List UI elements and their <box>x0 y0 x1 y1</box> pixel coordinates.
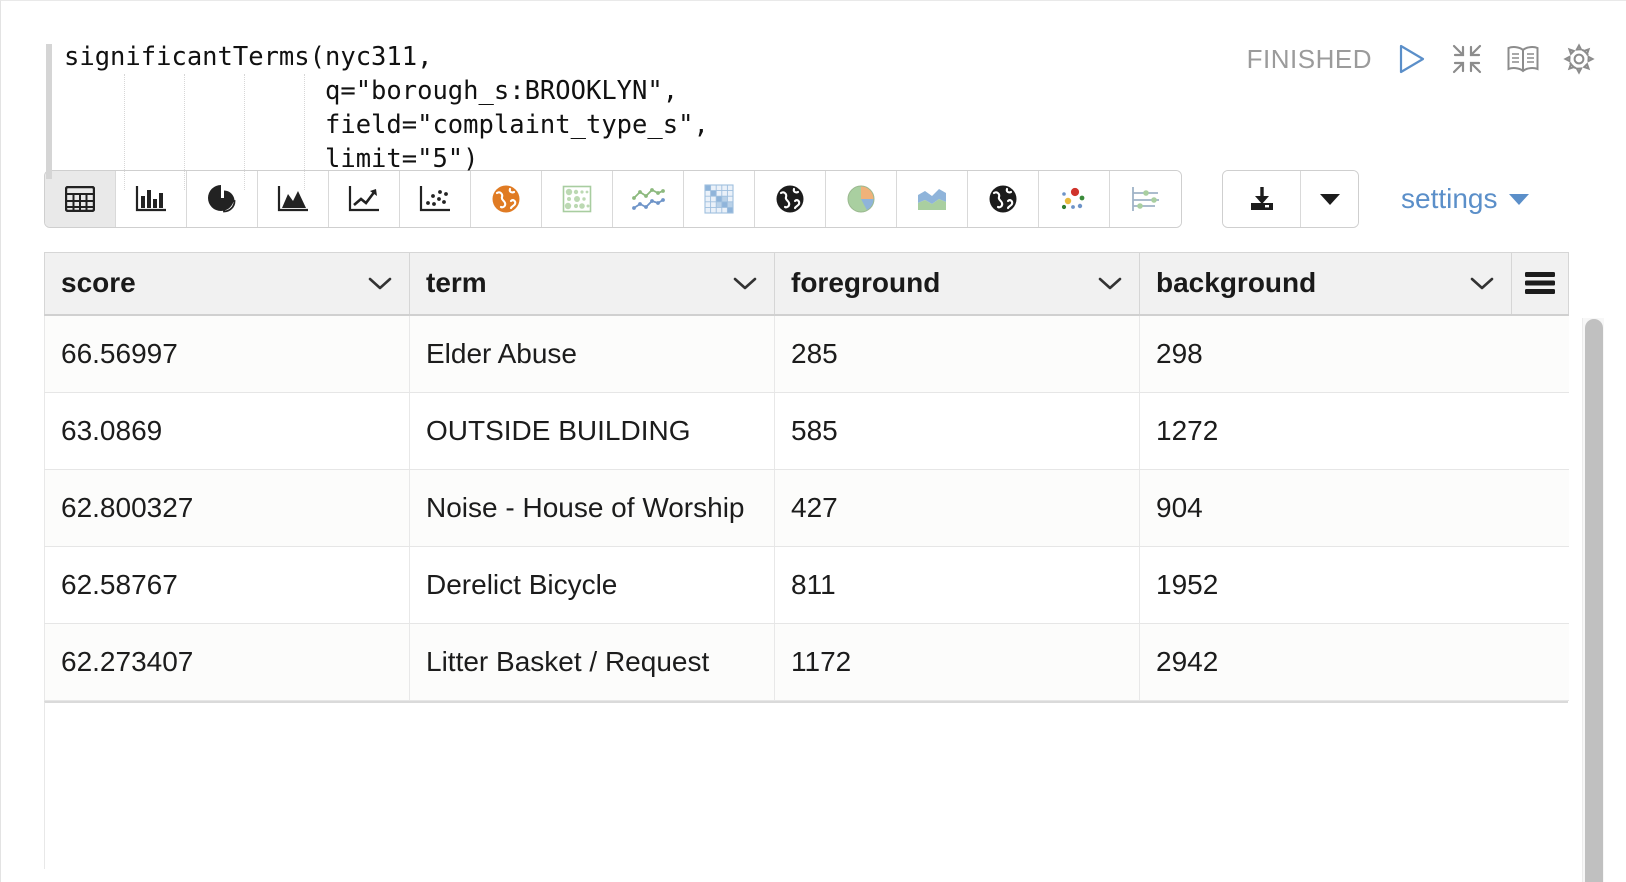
cell-foreground: 811 <box>775 546 1140 623</box>
bubble-grid-icon[interactable] <box>542 171 613 227</box>
notebook-page: significantTerms(nyc311, q="borough_s:BR… <box>0 0 1626 882</box>
cell-score: 66.56997 <box>45 315 410 393</box>
cell-score: 62.273407 <box>45 623 410 700</box>
stacked-area-icon[interactable] <box>897 171 968 227</box>
table-menu-button[interactable] <box>1512 253 1569 315</box>
run-icon[interactable] <box>1394 42 1428 76</box>
table-header: score term <box>45 253 1569 315</box>
scatter-plot-icon[interactable] <box>400 171 471 227</box>
cell-term: Noise - House of Worship <box>410 469 775 546</box>
column-header-background[interactable]: background <box>1140 253 1512 315</box>
cell-term: Litter Basket / Request <box>410 623 775 700</box>
table-header-row: score term <box>45 253 1569 315</box>
cell-background: 1952 <box>1140 546 1569 623</box>
table-row[interactable]: 62.800327 Noise - House of Worship 427 9… <box>45 469 1569 546</box>
result-table: score term <box>44 252 1568 869</box>
gear-icon[interactable] <box>1562 42 1596 76</box>
cell-score: 62.800327 <box>45 469 410 546</box>
download-icon[interactable] <box>1223 171 1301 227</box>
bar-chart-icon[interactable] <box>116 171 187 227</box>
scrollbar-thumb[interactable] <box>1585 319 1603 882</box>
settings-label: settings <box>1401 183 1498 215</box>
table-icon[interactable] <box>45 171 116 227</box>
line-chart-icon[interactable] <box>329 171 400 227</box>
cell-background: 298 <box>1140 315 1569 393</box>
matrix-icon[interactable] <box>684 171 755 227</box>
dot-cluster-icon[interactable] <box>1039 171 1110 227</box>
cell-score: 63.0869 <box>45 392 410 469</box>
chevron-down-icon[interactable] <box>732 275 758 291</box>
cell-term: Elder Abuse <box>410 315 775 393</box>
hamburger-icon[interactable] <box>1512 270 1568 296</box>
cell-background: 1272 <box>1140 392 1569 469</box>
status-badge: FINISHED <box>1247 44 1372 75</box>
table-body: 66.56997 Elder Abuse 285 298 63.0869 OUT… <box>45 315 1569 701</box>
pie-chart-icon[interactable] <box>187 171 258 227</box>
table-empty-area <box>44 701 1568 869</box>
table-row[interactable]: 66.56997 Elder Abuse 285 298 <box>45 315 1569 393</box>
cell-background: 2942 <box>1140 623 1569 700</box>
table-row[interactable]: 62.273407 Litter Basket / Request 1172 2… <box>45 623 1569 700</box>
code-text[interactable]: significantTerms(nyc311, q="borough_s:BR… <box>46 28 1247 176</box>
cell-background: 904 <box>1140 469 1569 546</box>
chevron-down-icon <box>1508 192 1530 206</box>
column-label: term <box>426 267 487 299</box>
column-header-foreground[interactable]: foreground <box>775 253 1140 315</box>
multi-line-icon[interactable] <box>613 171 684 227</box>
column-header-score[interactable]: score <box>45 253 410 315</box>
cell-foreground: 585 <box>775 392 1140 469</box>
viz-button-group <box>44 170 1182 228</box>
chevron-down-icon[interactable] <box>1469 275 1495 291</box>
cell-term: Derelict Bicycle <box>410 546 775 623</box>
code-editor[interactable]: significantTerms(nyc311, q="borough_s:BR… <box>2 28 1247 176</box>
editor-row: significantTerms(nyc311, q="borough_s:BR… <box>2 2 1626 162</box>
column-label: background <box>1156 267 1316 299</box>
cell-foreground: 427 <box>775 469 1140 546</box>
collapse-icon[interactable] <box>1450 42 1484 76</box>
pie-color-icon[interactable] <box>826 171 897 227</box>
data-table: score term <box>44 252 1569 701</box>
cell-score: 62.58767 <box>45 546 410 623</box>
globe-dark-icon[interactable] <box>755 171 826 227</box>
book-icon[interactable] <box>1506 42 1540 76</box>
column-label: foreground <box>791 267 940 299</box>
globe-dark2-icon[interactable] <box>968 171 1039 227</box>
cell-foreground: 285 <box>775 315 1140 393</box>
chevron-down-icon[interactable] <box>1097 275 1123 291</box>
column-label: score <box>61 267 136 299</box>
notebook-cell: significantTerms(nyc311, q="borough_s:BR… <box>2 2 1626 882</box>
cell-term: OUTSIDE BUILDING <box>410 392 775 469</box>
area-chart-icon[interactable] <box>258 171 329 227</box>
cell-foreground: 1172 <box>775 623 1140 700</box>
globe-orange-icon[interactable] <box>471 171 542 227</box>
editor-actions: FINISHED <box>1247 28 1626 76</box>
table-row[interactable]: 62.58767 Derelict Bicycle 811 1952 <box>45 546 1569 623</box>
download-button-group <box>1222 170 1359 228</box>
table-row[interactable]: 63.0869 OUTSIDE BUILDING 585 1272 <box>45 392 1569 469</box>
chevron-down-icon[interactable] <box>367 275 393 291</box>
vertical-scrollbar[interactable] <box>1582 318 1604 882</box>
slider-chart-icon[interactable] <box>1110 171 1181 227</box>
settings-link[interactable]: settings <box>1401 183 1530 215</box>
column-header-term[interactable]: term <box>410 253 775 315</box>
download-caret-icon[interactable] <box>1301 171 1358 227</box>
